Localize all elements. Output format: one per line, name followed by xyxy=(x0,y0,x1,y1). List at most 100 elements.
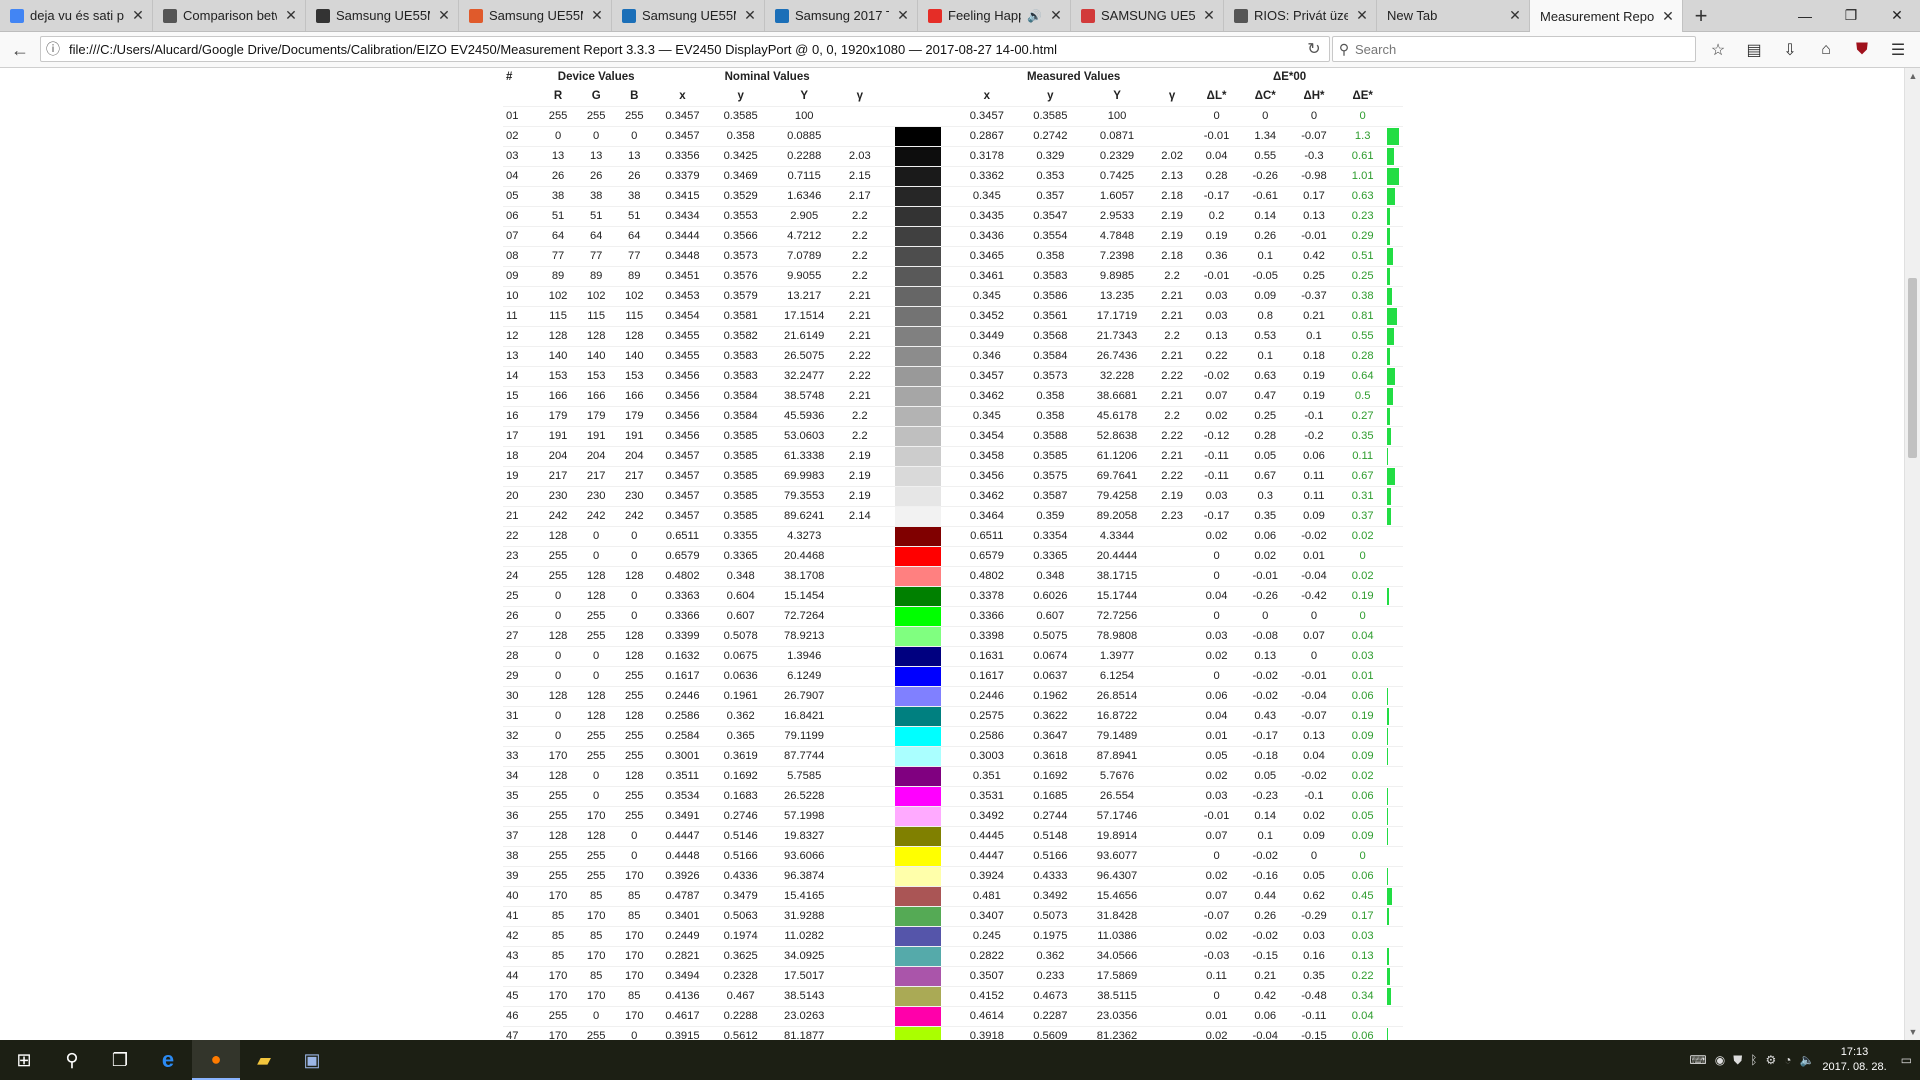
cell-my: 0.3354 xyxy=(1018,526,1083,547)
cell-ny: 0.362 xyxy=(711,706,770,727)
home-icon[interactable]: ⌂ xyxy=(1808,34,1844,66)
close-tab-icon[interactable]: ✕ xyxy=(436,7,452,24)
taskbar-clock[interactable]: 17:13 2017. 08. 28. xyxy=(1822,1045,1886,1075)
cell-mx: 0.4802 xyxy=(955,566,1019,587)
scroll-up-arrow-icon[interactable]: ▲ xyxy=(1905,68,1920,84)
url-text[interactable]: file:///C:/Users/Alucard/Google Drive/Do… xyxy=(65,42,1299,57)
cell-mx: 0.3492 xyxy=(955,806,1019,827)
info-icon[interactable]: ⓘ xyxy=(41,39,65,59)
network-icon[interactable]: ⚙ xyxy=(1765,1053,1776,1067)
table-row: 03 13 13 13 0.3356 0.3425 0.2288 2.03 0.3178 0.32… xyxy=(503,146,1403,167)
cell-nx: 0.3001 xyxy=(653,746,712,767)
cell-dE: 0.64 xyxy=(1338,366,1388,387)
cell-my: 0.1692 xyxy=(1018,766,1083,787)
col-nominal-gamma: γ xyxy=(856,90,863,102)
close-tab-icon[interactable]: ✕ xyxy=(742,7,758,24)
ublock-shield-icon[interactable]: ⛊ xyxy=(1844,34,1880,66)
vertical-scrollbar[interactable]: ▲ ▼ xyxy=(1904,68,1920,1040)
close-tab-icon[interactable]: ✕ xyxy=(1507,7,1523,24)
delta-e-bar-cell xyxy=(1387,546,1403,567)
navigation-bar: ← ⓘ file:///C:/Users/Alucard/Google Driv… xyxy=(0,32,1920,68)
menu-hamburger-icon[interactable]: ☰ xyxy=(1880,34,1916,66)
library-icon[interactable]: ▤ xyxy=(1736,34,1772,66)
browser-tab[interactable]: Samsung UE55MU ✕ xyxy=(306,0,459,31)
browser-tab[interactable]: SAMSUNG UE55M ✕ xyxy=(1071,0,1224,31)
close-tab-icon[interactable]: ✕ xyxy=(895,7,911,24)
scroll-down-arrow-icon[interactable]: ▼ xyxy=(1905,1024,1920,1040)
address-bar[interactable]: ⓘ file:///C:/Users/Alucard/Google Drive/… xyxy=(40,36,1330,62)
close-window-button[interactable]: ✕ xyxy=(1874,0,1920,31)
delta-e-header: ΔE*00 xyxy=(1273,71,1307,83)
start-button[interactable]: ⊞ xyxy=(0,1040,48,1080)
volume-icon[interactable]: 🔈 xyxy=(1799,1053,1814,1067)
task-view-button[interactable]: ❐ xyxy=(96,1040,144,1080)
close-tab-icon[interactable]: ✕ xyxy=(1354,7,1370,24)
reload-icon[interactable]: ↻ xyxy=(1299,39,1329,59)
browser-tab[interactable]: Samsung UE55MU ✕ xyxy=(612,0,765,31)
file-explorer-icon[interactable]: ▰ xyxy=(240,1040,288,1080)
wifi-icon[interactable]: ◔ xyxy=(1784,1053,1791,1067)
delta-e-bar xyxy=(1387,728,1389,745)
minimize-button[interactable]: — xyxy=(1782,0,1828,31)
cell-idx: 25 xyxy=(503,586,539,607)
close-tab-icon[interactable]: ✕ xyxy=(1201,7,1217,24)
cell-nx: 0.1632 xyxy=(653,646,712,667)
cell-ny: 0.3585 xyxy=(711,506,770,527)
browser-tab[interactable]: Feeling Happy 🔊 ✕ xyxy=(918,0,1071,31)
google-icon xyxy=(10,8,24,23)
restore-button[interactable]: ❐ xyxy=(1828,0,1874,31)
cell-nY: 1.6346 xyxy=(769,186,839,207)
delta-e-bar xyxy=(1387,968,1391,985)
cell-ny: 0.5166 xyxy=(711,846,770,867)
audio-playing-icon[interactable]: 🔊 xyxy=(1027,9,1042,23)
edge-browser-icon[interactable]: e xyxy=(144,1040,192,1080)
chrome-tray-icon[interactable]: ◉ xyxy=(1715,1053,1725,1067)
browser-tab[interactable]: RIOS: Privát üzene ✕ xyxy=(1224,0,1377,31)
bookmark-star-icon[interactable]: ☆ xyxy=(1700,34,1736,66)
browser-tab[interactable]: Measurement Report ✕ xyxy=(1530,0,1683,32)
browser-tab[interactable]: New Tab ✕ xyxy=(1377,0,1530,31)
table-row: 14 153 153 153 0.3456 0.3583 32.2477 2.22 0.3457… xyxy=(503,366,1403,387)
cell-my: 0.5073 xyxy=(1018,906,1083,927)
browser-tab[interactable]: Comparison betw ✕ xyxy=(153,0,306,31)
firefox-icon[interactable]: ● xyxy=(192,1040,240,1080)
close-tab-icon[interactable]: ✕ xyxy=(589,7,605,24)
shield-tray-icon[interactable]: ⛊ xyxy=(1733,1053,1742,1068)
notification-center-icon[interactable]: ▭ xyxy=(1901,1053,1912,1067)
cell-dH: 0.25 xyxy=(1289,266,1339,287)
search-taskbar-button[interactable]: ⚲ xyxy=(48,1040,96,1080)
keyboard-icon[interactable]: ⌨ xyxy=(1689,1053,1706,1067)
close-tab-icon[interactable]: ✕ xyxy=(130,7,146,24)
cell-mg: 2.21 xyxy=(1151,306,1193,327)
table-row: 18 204 204 204 0.3457 0.3585 61.3338 2.19 0.3458… xyxy=(503,446,1403,467)
close-tab-icon[interactable]: ✕ xyxy=(283,7,299,24)
search-bar[interactable]: ⚲ Search xyxy=(1332,36,1696,62)
download-icon[interactable]: ⇩ xyxy=(1772,34,1808,66)
cell-nx: 0.3494 xyxy=(653,966,712,987)
cell-dH: -0.02 xyxy=(1289,526,1339,547)
browser-tab[interactable]: deja vu és sati pr ✕ xyxy=(0,0,153,31)
cell-my: 0.607 xyxy=(1018,606,1083,627)
browser-tab[interactable]: Samsung UE55MU ✕ xyxy=(459,0,612,31)
browser-tab[interactable]: Samsung 2017 TV ✕ xyxy=(765,0,918,31)
cell-dE: 0.02 xyxy=(1338,566,1388,587)
cell-my: 0.2744 xyxy=(1018,806,1083,827)
close-tab-icon[interactable]: ✕ xyxy=(1660,8,1676,25)
color-swatch xyxy=(880,566,956,587)
close-tab-icon[interactable]: ✕ xyxy=(1048,7,1064,24)
cell-g: 128 xyxy=(577,326,616,347)
scrollbar-thumb[interactable] xyxy=(1908,278,1917,458)
cell-dH: -0.98 xyxy=(1289,166,1339,187)
cell-ng xyxy=(838,806,881,827)
back-arrow-icon[interactable]: ← xyxy=(4,34,36,66)
delta-e-bar-cell xyxy=(1387,606,1403,627)
cell-idx: 45 xyxy=(503,986,539,1007)
cell-mx: 0.2575 xyxy=(955,706,1019,727)
save-app-icon[interactable]: ▣ xyxy=(288,1040,336,1080)
bluetooth-icon[interactable]: ᛒ xyxy=(1750,1053,1757,1067)
cell-dH: 0 xyxy=(1289,606,1339,627)
cell-dL: 0 xyxy=(1192,846,1241,867)
new-tab-button[interactable]: + xyxy=(1683,0,1719,31)
color-swatch xyxy=(880,426,956,447)
cell-ny: 0.3585 xyxy=(711,466,770,487)
